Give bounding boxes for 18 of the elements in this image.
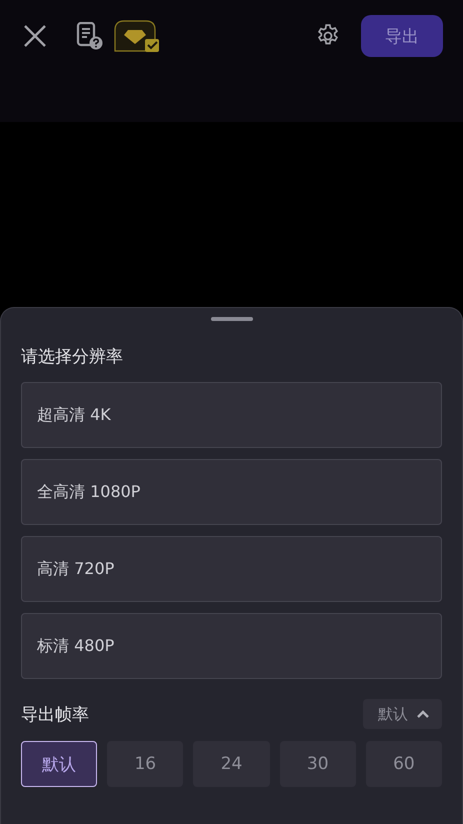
resolution-option[interactable]: 全高清 1080P <box>21 459 442 525</box>
resolution-option[interactable]: 超高清 4K <box>21 382 442 448</box>
frame-rate-option[interactable]: 24 <box>193 741 270 787</box>
export-button[interactable]: 导出 <box>361 15 443 57</box>
diamond-badge-icon[interactable] <box>114 20 160 52</box>
drag-handle[interactable] <box>210 317 252 321</box>
frame-rate-option[interactable]: 16 <box>107 741 184 787</box>
frame-rate-option[interactable]: 60 <box>366 741 442 787</box>
section-title: 请选择分辨率 <box>21 346 124 368</box>
resolution-option[interactable]: 标清 480P <box>21 613 442 679</box>
close-icon[interactable] <box>22 23 48 49</box>
document-help-icon[interactable] <box>76 22 104 50</box>
resolution-option[interactable]: 高清 720P <box>21 536 442 602</box>
chevron-icon <box>416 709 430 719</box>
frame-rate-option[interactable]: 30 <box>280 741 356 787</box>
section-title: 导出帧率 <box>21 704 89 726</box>
frame-rate-dropdown[interactable]: 默认 <box>363 699 442 729</box>
frame-rate-option[interactable]: 默认 <box>21 741 98 787</box>
